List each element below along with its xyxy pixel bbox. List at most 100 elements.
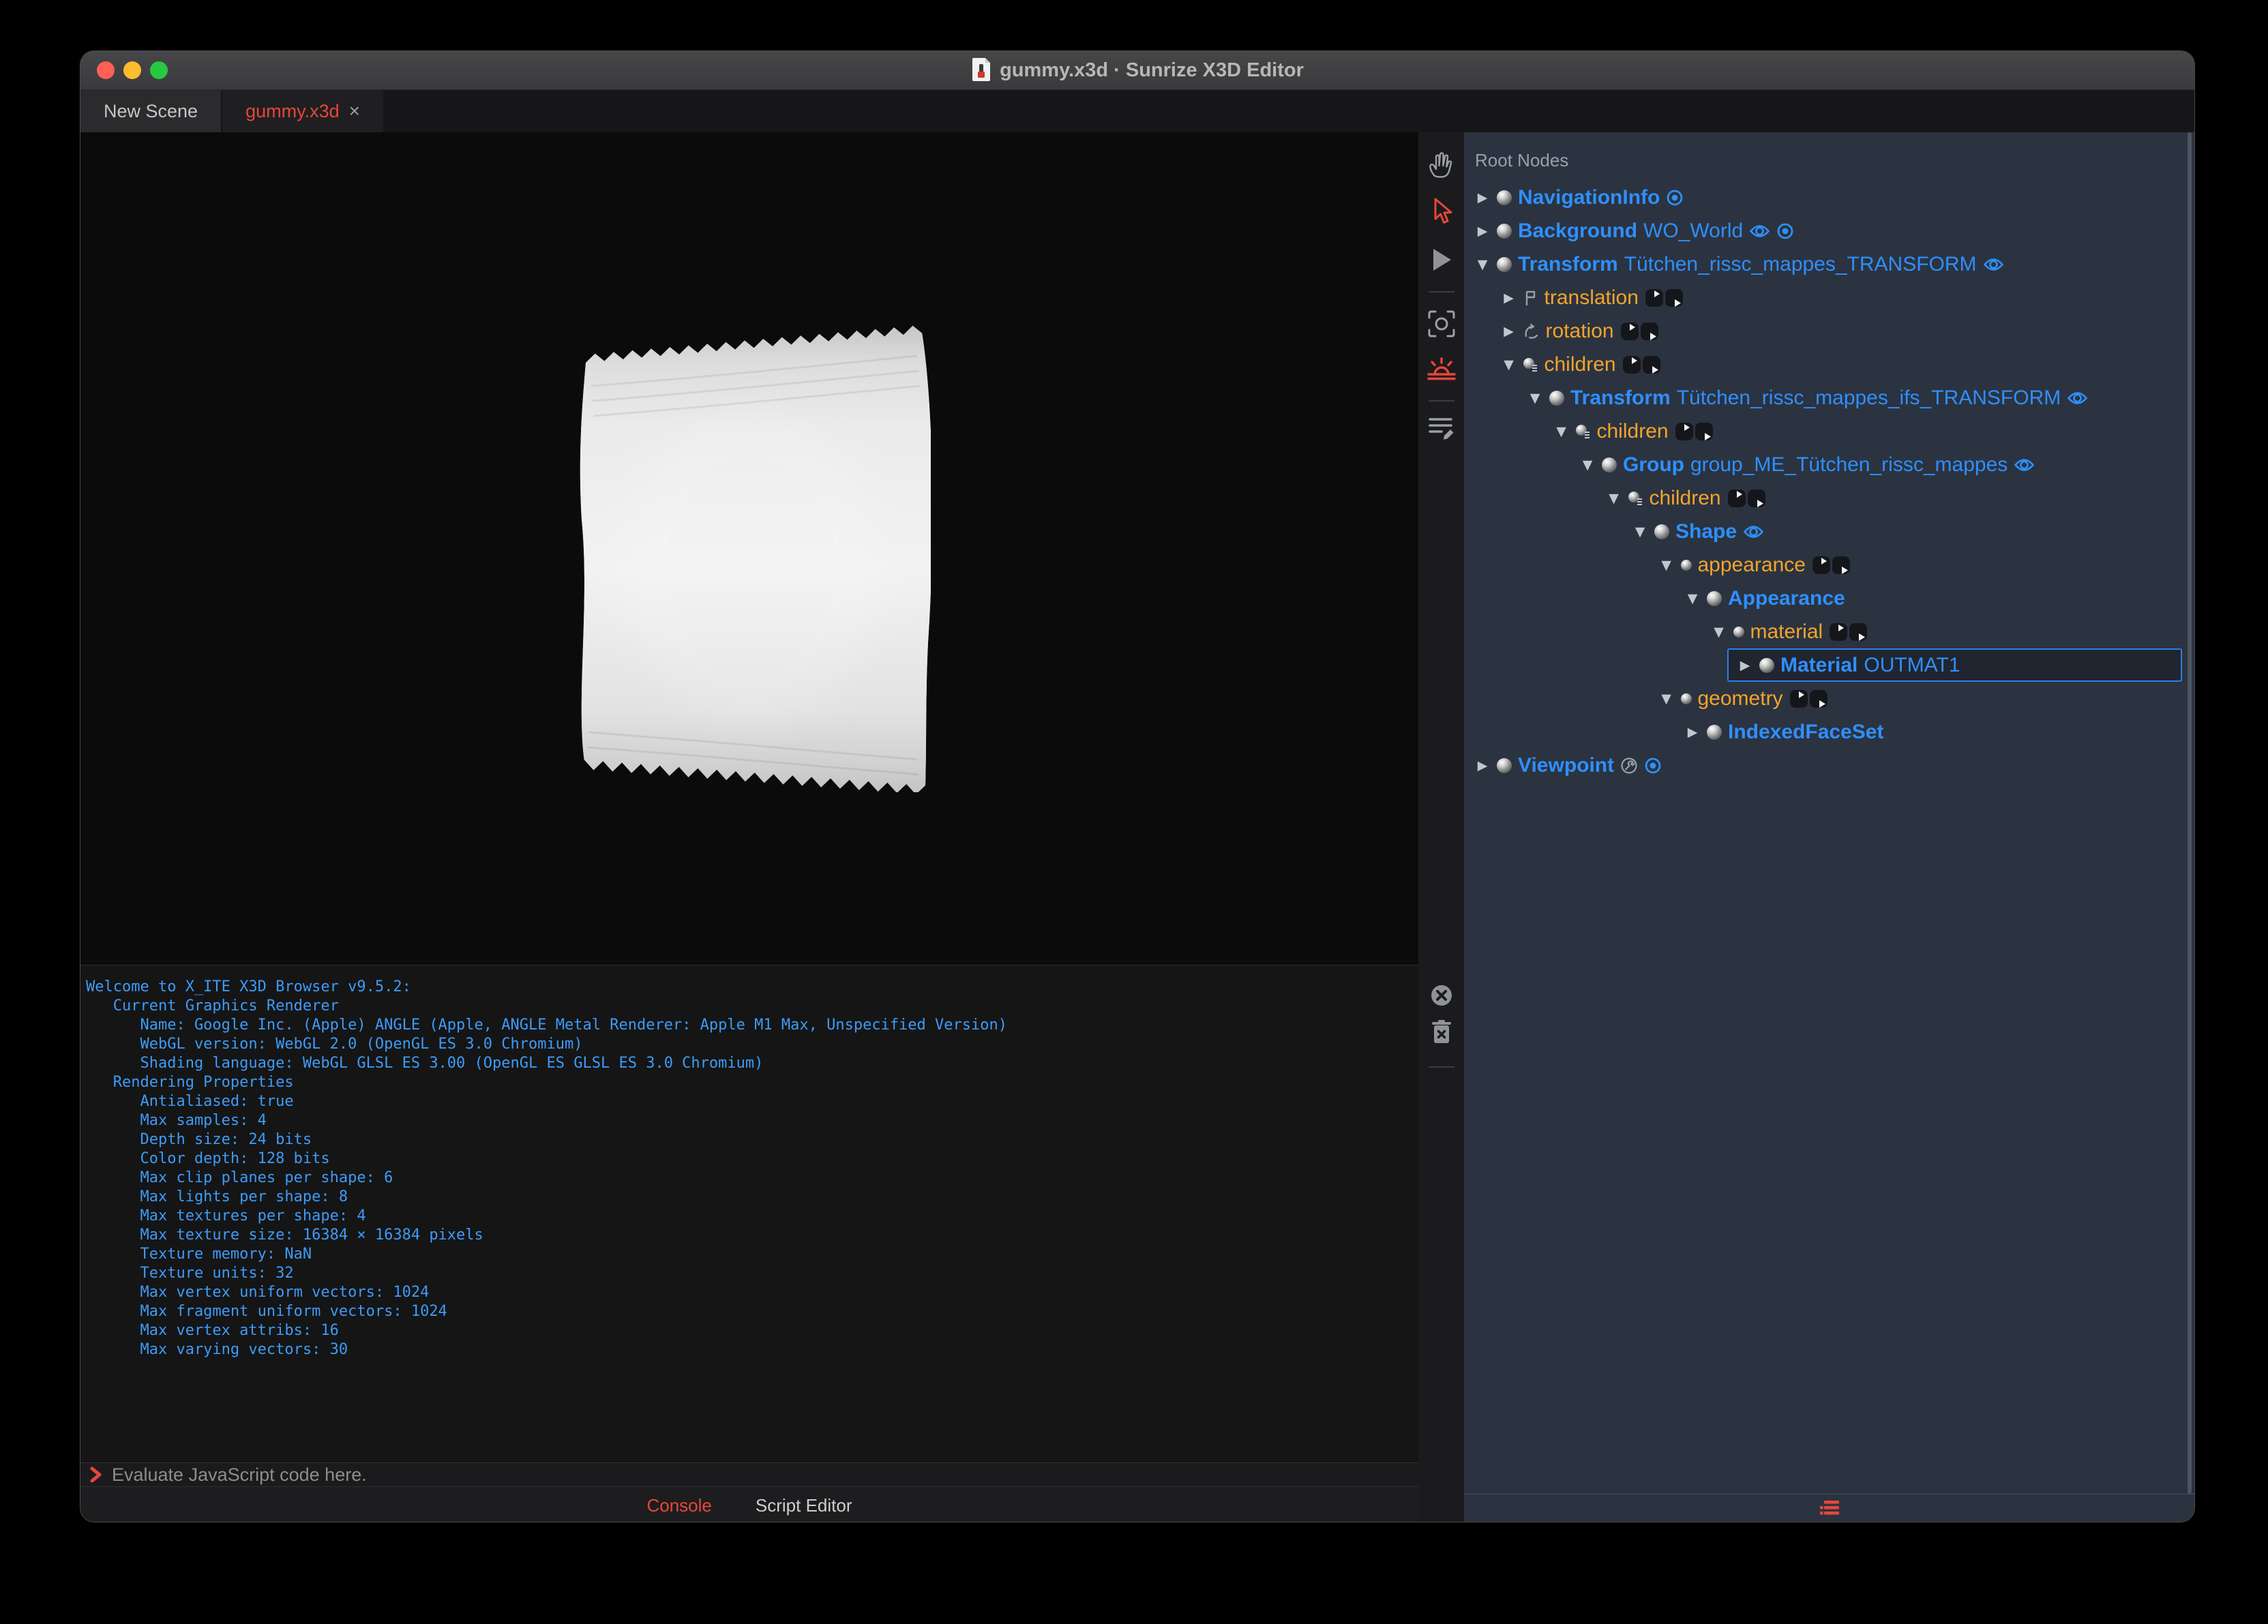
expand-arrow-icon[interactable]: ▶ xyxy=(1474,190,1491,205)
node-sphere-icon xyxy=(1497,256,1512,272)
expand-arrow-icon[interactable]: ▶ xyxy=(1737,658,1753,673)
console-line: Max samples: 4 xyxy=(86,1112,267,1129)
collapse-arrow-icon[interactable]: ▼ xyxy=(1711,625,1727,640)
outline-row[interactable]: ▼ children xyxy=(1464,481,2194,515)
outline-row[interactable]: ▶ Viewpoint xyxy=(1464,749,2194,782)
console-prompt-input[interactable]: Evaluate JavaScript code here. xyxy=(80,1462,1418,1486)
tab-gummy-x3d[interactable]: gummy.x3d × xyxy=(222,90,383,132)
route-connector-icons[interactable] xyxy=(1645,287,1686,309)
route-connector-icons[interactable] xyxy=(1620,320,1661,342)
route-connector-icons[interactable] xyxy=(1812,554,1853,576)
snapshot-viewpoint-icon[interactable] xyxy=(1427,309,1457,339)
route-connector-icons[interactable] xyxy=(1789,688,1830,710)
panel-scrollbar[interactable] xyxy=(2188,132,2192,1494)
outline-row[interactable]: ▼ children xyxy=(1464,348,2194,381)
bind-node-icon[interactable] xyxy=(1776,222,1794,240)
zoom-window-button[interactable] xyxy=(150,61,168,79)
console-line: Rendering Properties xyxy=(86,1074,294,1091)
expand-arrow-icon[interactable]: ▶ xyxy=(1501,290,1517,305)
expand-arrow-icon[interactable]: ▶ xyxy=(1501,324,1517,339)
outline-row[interactable]: ▼ Group group_ME_Tütchen_rissc_mappes xyxy=(1464,448,2194,481)
outline-tree[interactable]: Root Nodes ▶ NavigationInfo ▶ Background WO_… xyxy=(1464,132,2194,1494)
collapse-arrow-icon[interactable]: ▼ xyxy=(1501,357,1517,372)
hand-pan-tool-icon[interactable] xyxy=(1427,149,1456,179)
expand-arrow-icon[interactable]: ▶ xyxy=(1474,758,1491,773)
script-notes-icon[interactable] xyxy=(1427,414,1457,441)
toolbar-divider xyxy=(1428,1066,1454,1068)
visibility-eye-icon[interactable] xyxy=(1983,257,2004,272)
route-connector-icons[interactable] xyxy=(1727,487,1768,509)
node-type-label: Shape xyxy=(1675,520,1737,543)
node-def-name-label: OUTMAT1 xyxy=(1864,653,1960,676)
mfnode-field-icon xyxy=(1575,423,1591,440)
console-output[interactable]: Welcome to X_ITE X3D Browser v9.5.2: Cur… xyxy=(80,965,1418,1462)
clear-console-icon[interactable] xyxy=(1429,983,1454,1008)
expand-arrow-icon[interactable]: ▶ xyxy=(1684,725,1701,740)
outline-row[interactable]: ▶ Material OUTMAT1 xyxy=(1727,648,2182,682)
tab-close-icon[interactable]: × xyxy=(349,100,360,122)
outline-row[interactable]: ▼ geometry xyxy=(1464,682,2194,715)
node-sphere-icon xyxy=(1602,457,1617,472)
outline-editor-panel: Root Nodes ▶ NavigationInfo ▶ Background WO_… xyxy=(1464,132,2194,1522)
outline-row[interactable]: ▶ Background WO_World xyxy=(1464,214,2194,247)
node-sphere-icon xyxy=(1497,223,1512,239)
collapse-arrow-icon[interactable]: ▼ xyxy=(1632,524,1648,539)
mfnode-field-icon xyxy=(1628,490,1643,507)
play-icon[interactable] xyxy=(1429,246,1454,273)
tool-wrench-icon[interactable] xyxy=(1620,757,1638,775)
console-line: Name: Google Inc. (Apple) ANGLE (Apple, … xyxy=(86,1017,1008,1034)
bind-node-icon[interactable] xyxy=(1666,189,1684,207)
console-line: Current Graphics Renderer xyxy=(86,997,339,1014)
collapse-arrow-icon[interactable]: ▼ xyxy=(1606,491,1622,506)
visibility-eye-icon[interactable] xyxy=(1749,224,1770,239)
gummy-package-3d-object xyxy=(580,325,931,792)
delete-console-icon[interactable] xyxy=(1430,1019,1453,1046)
outline-row[interactable]: ▶ translation xyxy=(1464,281,2194,314)
node-sphere-icon xyxy=(1654,524,1669,539)
outline-row[interactable]: ▼ Transform Tütchen_rissc_mappes_TRANSFORM xyxy=(1464,247,2194,281)
collapse-arrow-icon[interactable]: ▼ xyxy=(1527,391,1543,406)
traffic-lights xyxy=(97,51,168,89)
outline-row[interactable]: ▶ rotation xyxy=(1464,314,2194,348)
screen-background: { "window": { "title": "gummy.x3d · Sunr… xyxy=(0,0,2268,1624)
viewport-toolbar xyxy=(1418,132,1464,1522)
outline-row[interactable]: ▼ Shape xyxy=(1464,515,2194,548)
route-connector-icons[interactable] xyxy=(1829,621,1870,643)
outline-row[interactable]: ▶ IndexedFaceSet xyxy=(1464,715,2194,749)
collapse-arrow-icon[interactable]: ▼ xyxy=(1684,591,1701,606)
route-connector-icons[interactable] xyxy=(1622,354,1663,376)
environment-light-icon[interactable] xyxy=(1426,353,1457,382)
outline-row[interactable]: ▼ appearance xyxy=(1464,548,2194,582)
outline-row[interactable]: ▶ NavigationInfo xyxy=(1464,181,2194,214)
route-connector-icons[interactable] xyxy=(1675,421,1716,442)
console-line: Texture memory: NaN xyxy=(86,1246,312,1263)
expand-arrow-icon[interactable]: ▶ xyxy=(1474,224,1491,239)
visibility-eye-icon[interactable] xyxy=(2014,457,2035,472)
collapse-arrow-icon[interactable]: ▼ xyxy=(1579,457,1596,472)
outline-row[interactable]: ▼ Transform Tütchen_rissc_mappes_ifs_TRANS… xyxy=(1464,381,2194,415)
bind-node-icon[interactable] xyxy=(1644,757,1662,775)
tab-console[interactable]: Console xyxy=(646,1495,711,1516)
tab-script-editor[interactable]: Script Editor xyxy=(756,1495,852,1516)
field-name-label: appearance xyxy=(1697,553,1806,576)
close-window-button[interactable] xyxy=(97,61,115,79)
outline-row[interactable]: ▼ material xyxy=(1464,615,2194,648)
visibility-eye-icon[interactable] xyxy=(1743,524,1764,539)
outline-row[interactable]: ▼ Appearance xyxy=(1464,582,2194,615)
console-line: Depth size: 24 bits xyxy=(86,1131,312,1148)
minimize-window-button[interactable] xyxy=(123,61,141,79)
3d-viewport[interactable] xyxy=(80,132,1418,965)
collapse-arrow-icon[interactable]: ▼ xyxy=(1553,424,1570,439)
list-view-icon[interactable] xyxy=(1818,1499,1841,1518)
collapse-arrow-icon[interactable]: ▼ xyxy=(1658,691,1675,706)
visibility-eye-icon[interactable] xyxy=(2067,391,2088,406)
collapse-arrow-icon[interactable]: ▼ xyxy=(1474,257,1491,272)
collapse-arrow-icon[interactable]: ▼ xyxy=(1658,558,1675,573)
mfnode-field-icon xyxy=(1523,357,1538,373)
console-line: Antialiased: true xyxy=(86,1093,294,1110)
tab-new-scene[interactable]: New Scene xyxy=(80,90,222,132)
outline-row[interactable]: ▼ children xyxy=(1464,415,2194,448)
field-name-label: children xyxy=(1544,352,1616,376)
arrow-select-tool-icon[interactable] xyxy=(1428,196,1455,228)
field-name-label: children xyxy=(1596,419,1669,442)
